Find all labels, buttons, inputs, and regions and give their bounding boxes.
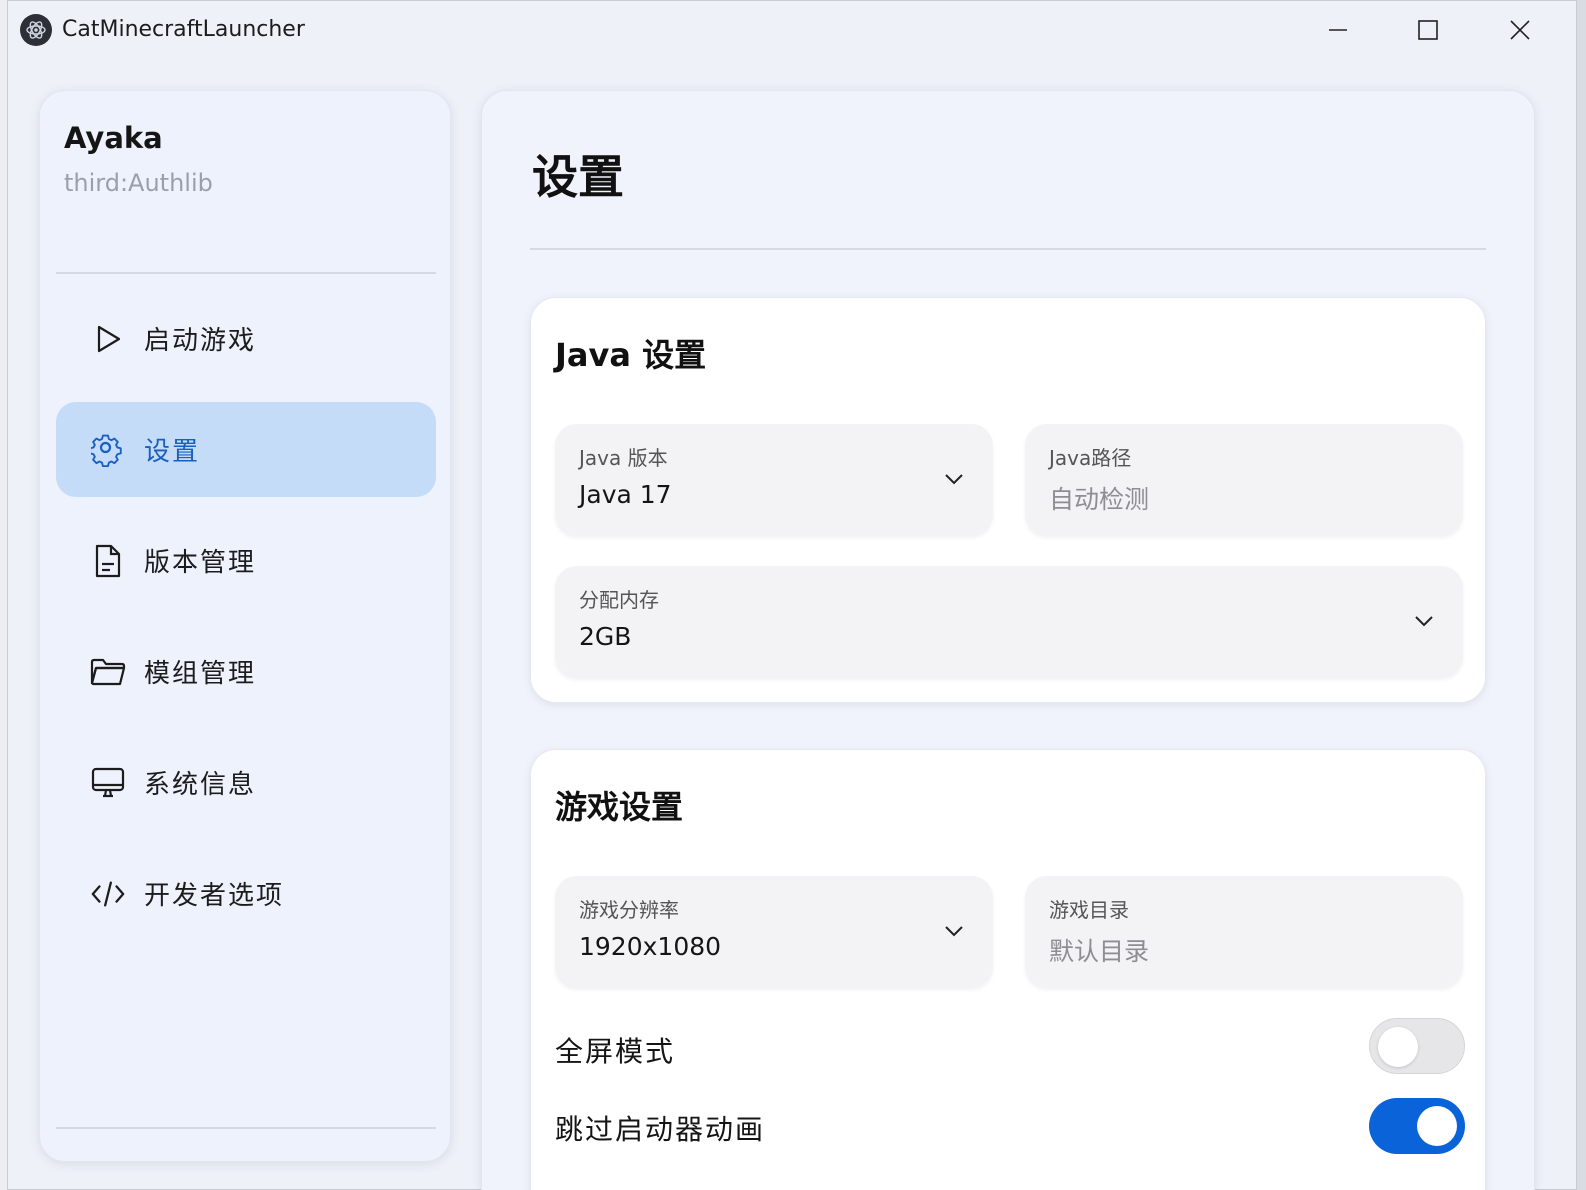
fullscreen-toggle[interactable] xyxy=(1369,1018,1465,1074)
field-placeholder: 默认目录 xyxy=(1049,937,1150,966)
minimize-button[interactable] xyxy=(1308,9,1368,51)
account-type: third:Authlib xyxy=(64,169,213,197)
field-label: 游戏目录 xyxy=(1049,898,1129,922)
skip-animation-label: 跳过启动器动画 xyxy=(555,1113,766,1146)
title-bar: CatMinecraftLauncher xyxy=(8,1,1576,59)
field-label: Java 版本 xyxy=(579,446,668,470)
toggle-knob xyxy=(1378,1027,1418,1067)
sidebar-item-label: 版本管理 xyxy=(144,548,257,578)
sidebar-item-label: 模组管理 xyxy=(144,659,257,689)
chevron-down-icon xyxy=(1415,616,1433,627)
java-path-field[interactable]: Java路径 自动检测 xyxy=(1025,424,1463,536)
sidebar-item-label: 系统信息 xyxy=(144,770,257,800)
card-title: 游戏设置 xyxy=(555,788,684,826)
game-directory-field[interactable]: 游戏目录 默认目录 xyxy=(1025,876,1463,988)
code-icon xyxy=(90,876,126,912)
app-logo-icon xyxy=(20,14,52,46)
sidebar-item-settings[interactable]: 设置 xyxy=(56,402,436,497)
chevron-down-icon xyxy=(945,926,963,937)
maximize-icon xyxy=(1418,20,1438,40)
game-settings-card: 游戏设置 游戏分辨率 1920x1080 游戏目录 默认目录 全屏模式 跳过启动… xyxy=(530,749,1486,1190)
sidebar-item-version-management[interactable]: 版本管理 xyxy=(56,513,436,608)
minimize-icon xyxy=(1329,29,1347,31)
settings-panel: 设置 Java 设置 Java 版本 Java 17 Java路径 自动检测 分… xyxy=(481,90,1535,1190)
document-icon xyxy=(90,543,126,579)
resolution-select[interactable]: 游戏分辨率 1920x1080 xyxy=(555,876,993,988)
sidebar: Ayaka third:Authlib 启动游戏 设置 版本管理 模组管理 系统… xyxy=(39,90,451,1162)
close-icon xyxy=(1510,20,1530,40)
sidebar-item-label: 设置 xyxy=(144,437,201,467)
sidebar-divider-bottom xyxy=(56,1127,436,1129)
field-label: 游戏分辨率 xyxy=(579,898,679,922)
maximize-button[interactable] xyxy=(1398,9,1458,51)
field-value: 1920x1080 xyxy=(579,932,722,961)
sidebar-item-label: 开发者选项 xyxy=(144,881,285,911)
chevron-down-icon xyxy=(945,474,963,485)
card-title: Java 设置 xyxy=(555,336,707,374)
fullscreen-label: 全屏模式 xyxy=(555,1035,676,1068)
sidebar-item-launch-game[interactable]: 启动游戏 xyxy=(56,291,436,386)
java-settings-card: Java 设置 Java 版本 Java 17 Java路径 自动检测 分配内存… xyxy=(530,297,1486,703)
field-value: Java 17 xyxy=(579,480,672,509)
sidebar-item-label: 启动游戏 xyxy=(144,326,257,356)
sidebar-item-system-info[interactable]: 系统信息 xyxy=(56,735,436,830)
field-value: 2GB xyxy=(579,622,632,651)
field-label: 分配内存 xyxy=(579,588,659,612)
close-button[interactable] xyxy=(1490,9,1550,51)
sidebar-item-developer-options[interactable]: 开发者选项 xyxy=(56,846,436,941)
field-placeholder: 自动检测 xyxy=(1049,485,1150,514)
sidebar-divider-top xyxy=(56,272,436,274)
sidebar-item-mod-management[interactable]: 模组管理 xyxy=(56,624,436,719)
launcher-window: CatMinecraftLauncher Ayaka third:Authlib… xyxy=(7,0,1577,1190)
folder-icon xyxy=(90,654,126,690)
field-label: Java路径 xyxy=(1049,446,1132,470)
window-title: CatMinecraftLauncher xyxy=(62,17,305,42)
memory-select[interactable]: 分配内存 2GB xyxy=(555,566,1463,678)
java-version-select[interactable]: Java 版本 Java 17 xyxy=(555,424,993,536)
user-name: Ayaka xyxy=(64,121,163,155)
skip-animation-toggle[interactable] xyxy=(1369,1098,1465,1154)
monitor-icon xyxy=(90,765,126,801)
page-title: 设置 xyxy=(532,150,624,204)
gear-icon xyxy=(90,432,126,468)
title-divider xyxy=(530,248,1486,250)
toggle-knob xyxy=(1417,1106,1457,1146)
play-icon xyxy=(90,321,126,357)
